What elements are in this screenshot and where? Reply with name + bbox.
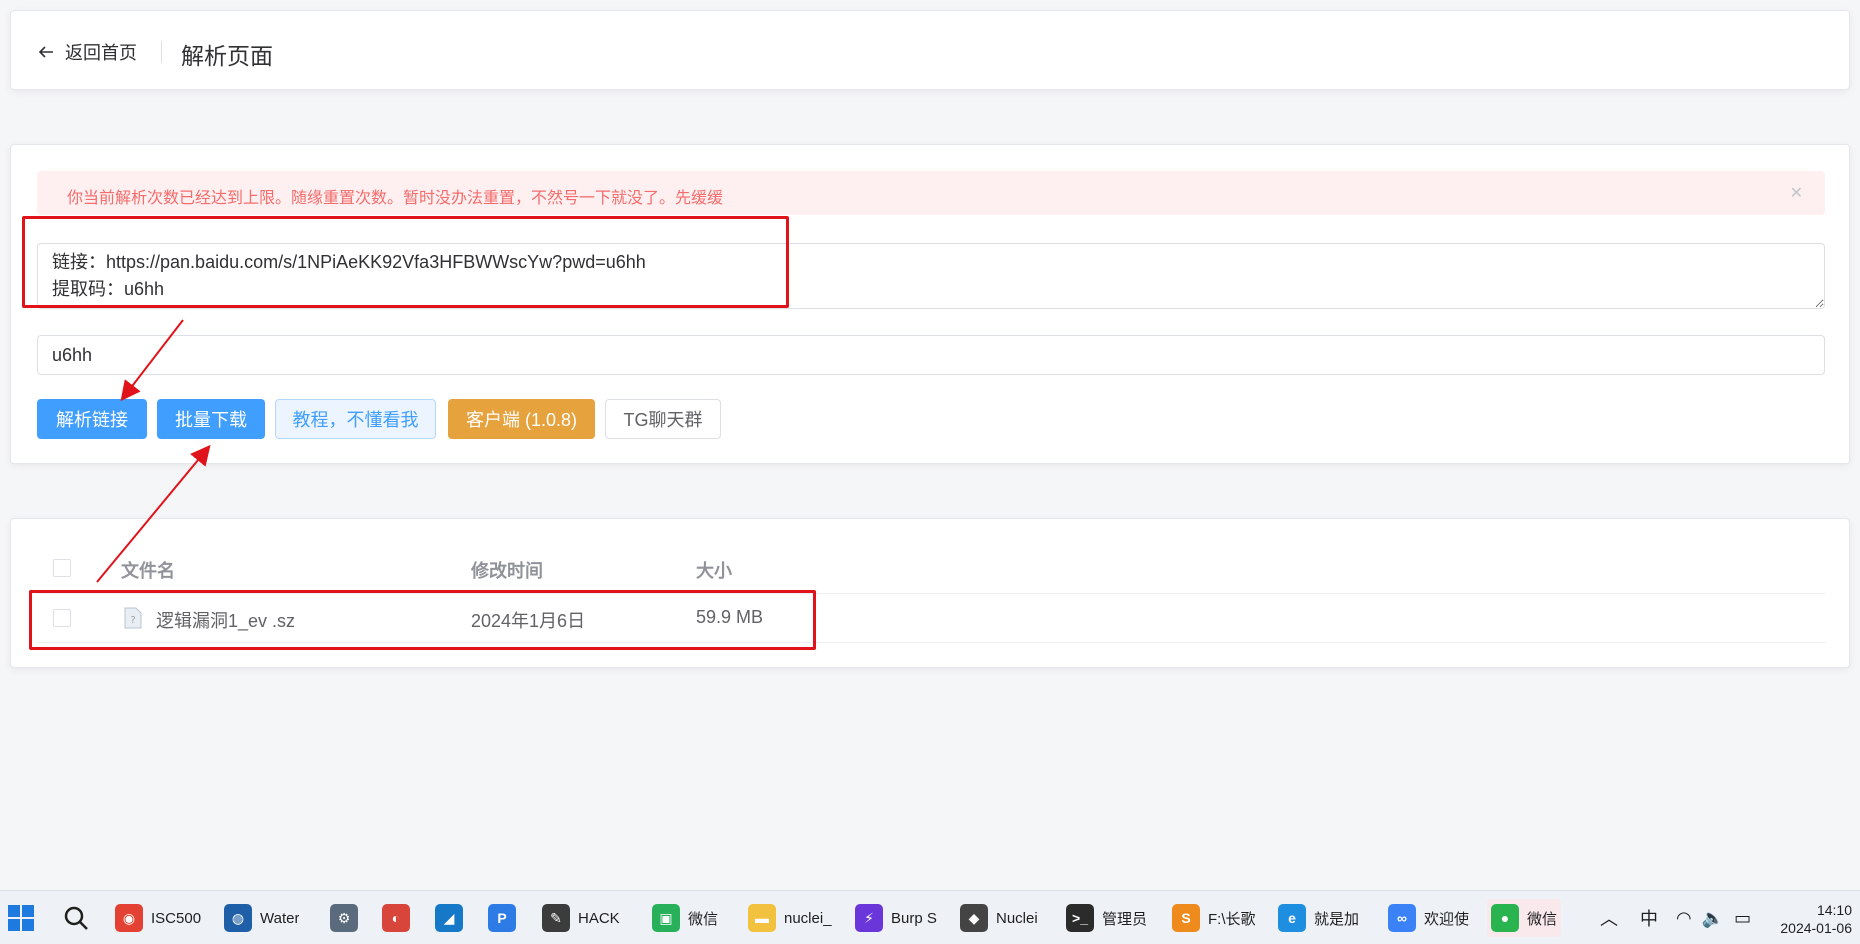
taskbar-app-7[interactable]: ▣ 微信 bbox=[652, 899, 718, 937]
taskbar-app-2[interactable]: ⚙ bbox=[330, 899, 358, 937]
share-link-textarea[interactable] bbox=[37, 243, 1825, 309]
taskbar-app-10[interactable]: ◆ Nuclei bbox=[960, 899, 1038, 937]
windows-start-icon bbox=[8, 905, 34, 931]
limit-alert: 你当前解析次数已经达到上限。随缘重置次数。暂时没办法重置，不然号一下就没了。先缓… bbox=[37, 171, 1825, 215]
taskbar-app-9[interactable]: ⚡ Burp S bbox=[855, 899, 937, 937]
volume-icon[interactable]: 🔈 bbox=[1702, 908, 1724, 929]
taskbar-app-5[interactable]: P bbox=[488, 899, 516, 937]
taskbar-app-11[interactable]: >_ 管理员 bbox=[1066, 899, 1147, 937]
taskbar-app-label: Water bbox=[260, 909, 300, 927]
tool-icon: ⚙ bbox=[330, 904, 358, 932]
taskbar-app-0[interactable]: ◉ ISC500 bbox=[115, 899, 201, 937]
chrome-icon: ◉ bbox=[115, 904, 143, 932]
battery-icon[interactable]: ▭ bbox=[1734, 908, 1751, 929]
taskbar-app-12[interactable]: S F:\长歌 bbox=[1172, 899, 1256, 937]
wireshark-icon: ◢ bbox=[435, 904, 463, 932]
start-button[interactable] bbox=[6, 899, 36, 937]
taskbar-app-label: 就是加 bbox=[1314, 910, 1360, 928]
search-icon bbox=[64, 906, 88, 930]
snail-icon: ◐ bbox=[382, 904, 410, 932]
chevron-up-icon[interactable]: ︿ bbox=[1600, 905, 1618, 931]
system-tray: ︿ 中 ◠ 🔈 ▭ bbox=[1600, 899, 1751, 937]
taskbar-app-13[interactable]: e 就是加 bbox=[1278, 899, 1359, 937]
taskbar-app-15[interactable]: ● 微信 bbox=[1487, 899, 1562, 937]
arrow-left-icon bbox=[38, 46, 53, 58]
nuclei-icon: ◆ bbox=[960, 904, 988, 932]
column-header-name: 文件名 bbox=[121, 561, 175, 581]
baidu-netdisk-icon: ∞ bbox=[1388, 904, 1416, 932]
wifi-icon[interactable]: ◠ bbox=[1676, 908, 1692, 929]
taskbar-app-1[interactable]: ◍ Water bbox=[224, 899, 299, 937]
taskbar-app-label: nuclei_ bbox=[784, 909, 832, 927]
column-header-size: 大小 bbox=[696, 561, 732, 581]
select-all-checkbox[interactable] bbox=[53, 559, 71, 577]
taskbar-app-label: 管理员 bbox=[1102, 910, 1148, 928]
taskbar-app-label: F:\长歌 bbox=[1208, 910, 1256, 928]
annotation-arrows bbox=[96, 319, 211, 583]
file-list-card: 文件名 修改时间 大小 ? 逻辑漏洞1_ev .sz 2024年1月6日 59.… bbox=[10, 518, 1850, 668]
taskbar-app-label: 微信 bbox=[688, 910, 719, 928]
tg-group-button[interactable]: TG聊天群 bbox=[605, 399, 721, 439]
column-header-modified: 修改时间 bbox=[471, 561, 543, 581]
editor-icon: ✎ bbox=[542, 904, 570, 932]
edge-icon: e bbox=[1278, 904, 1306, 932]
terminal-icon: >_ bbox=[1066, 904, 1094, 932]
client-button[interactable]: 客户端 (1.0.8) bbox=[448, 399, 595, 439]
file-name[interactable]: 逻辑漏洞1_ev .sz bbox=[156, 607, 295, 633]
taskbar-app-6[interactable]: ✎ HACK bbox=[542, 899, 620, 937]
taskbar-app-label: Nuclei bbox=[996, 909, 1038, 927]
back-home-link[interactable]: 返回首页 bbox=[37, 39, 137, 65]
taskbar-app-label: HACK bbox=[578, 909, 620, 927]
taskbar-app-14[interactable]: ∞ 欢迎使 bbox=[1388, 899, 1469, 937]
page-title: 解析页面 bbox=[181, 43, 273, 69]
taskbar-app-4[interactable]: ◢ bbox=[435, 899, 463, 937]
taskbar-app-label: 微信 bbox=[1527, 910, 1558, 928]
file-size: 59.9 MB bbox=[696, 607, 764, 627]
wechat-icon: ● bbox=[1491, 904, 1519, 932]
row-checkbox[interactable] bbox=[53, 609, 71, 627]
file-icon: ? bbox=[124, 607, 142, 629]
extract-code-input[interactable] bbox=[37, 335, 1825, 375]
p-app-icon: P bbox=[488, 904, 516, 932]
file-modified: 2024年1月6日 bbox=[471, 611, 586, 631]
sublime-icon: S bbox=[1172, 904, 1200, 932]
taskbar: ◉ ISC500 ◍ Water ⚙ ◐ ◢ P ✎ HACK ▣ 微信 ▬ nuclei_ ⚡ Burp S… bbox=[0, 890, 1860, 944]
parse-card: 你当前解析次数已经达到上限。随缘重置次数。暂时没办法重置，不然号一下就没了。先缓… bbox=[10, 144, 1850, 464]
search-button[interactable] bbox=[62, 899, 90, 937]
waterfox-icon: ◍ bbox=[224, 904, 252, 932]
header-divider bbox=[161, 41, 162, 63]
row-divider-line bbox=[37, 642, 1825, 643]
taskbar-app-3[interactable]: ◐ bbox=[382, 899, 410, 937]
taskbar-app-label: ISC500 bbox=[151, 909, 202, 927]
clock-date: 2024-01-06 bbox=[1780, 920, 1852, 936]
tutorial-button[interactable]: 教程，不懂看我 bbox=[275, 399, 436, 439]
batch-download-button[interactable]: 批量下载 bbox=[157, 399, 265, 439]
parse-link-button[interactable]: 解析链接 bbox=[37, 399, 147, 439]
taskbar-app-8[interactable]: ▬ nuclei_ bbox=[748, 899, 832, 937]
svg-text:?: ? bbox=[130, 615, 135, 626]
wechat-dev-icon: ▣ bbox=[652, 904, 680, 932]
folder-icon: ▬ bbox=[748, 904, 776, 932]
clock[interactable]: 14:10 2024-01-06 bbox=[1780, 901, 1852, 937]
back-home-label: 返回首页 bbox=[65, 43, 137, 63]
burp-icon: ⚡ bbox=[855, 904, 883, 932]
header-divider-line bbox=[37, 593, 1825, 594]
close-icon[interactable]: ✕ bbox=[1790, 183, 1803, 203]
taskbar-app-label: Burp S bbox=[891, 909, 937, 927]
header-card: 返回首页 解析页面 bbox=[10, 10, 1850, 90]
taskbar-app-label: 欢迎使 bbox=[1424, 910, 1470, 928]
ime-indicator[interactable]: 中 bbox=[1640, 905, 1658, 931]
alert-text: 你当前解析次数已经达到上限。随缘重置次数。暂时没办法重置，不然号一下就没了。先缓… bbox=[67, 190, 724, 207]
clock-time: 14:10 bbox=[1816, 902, 1852, 918]
